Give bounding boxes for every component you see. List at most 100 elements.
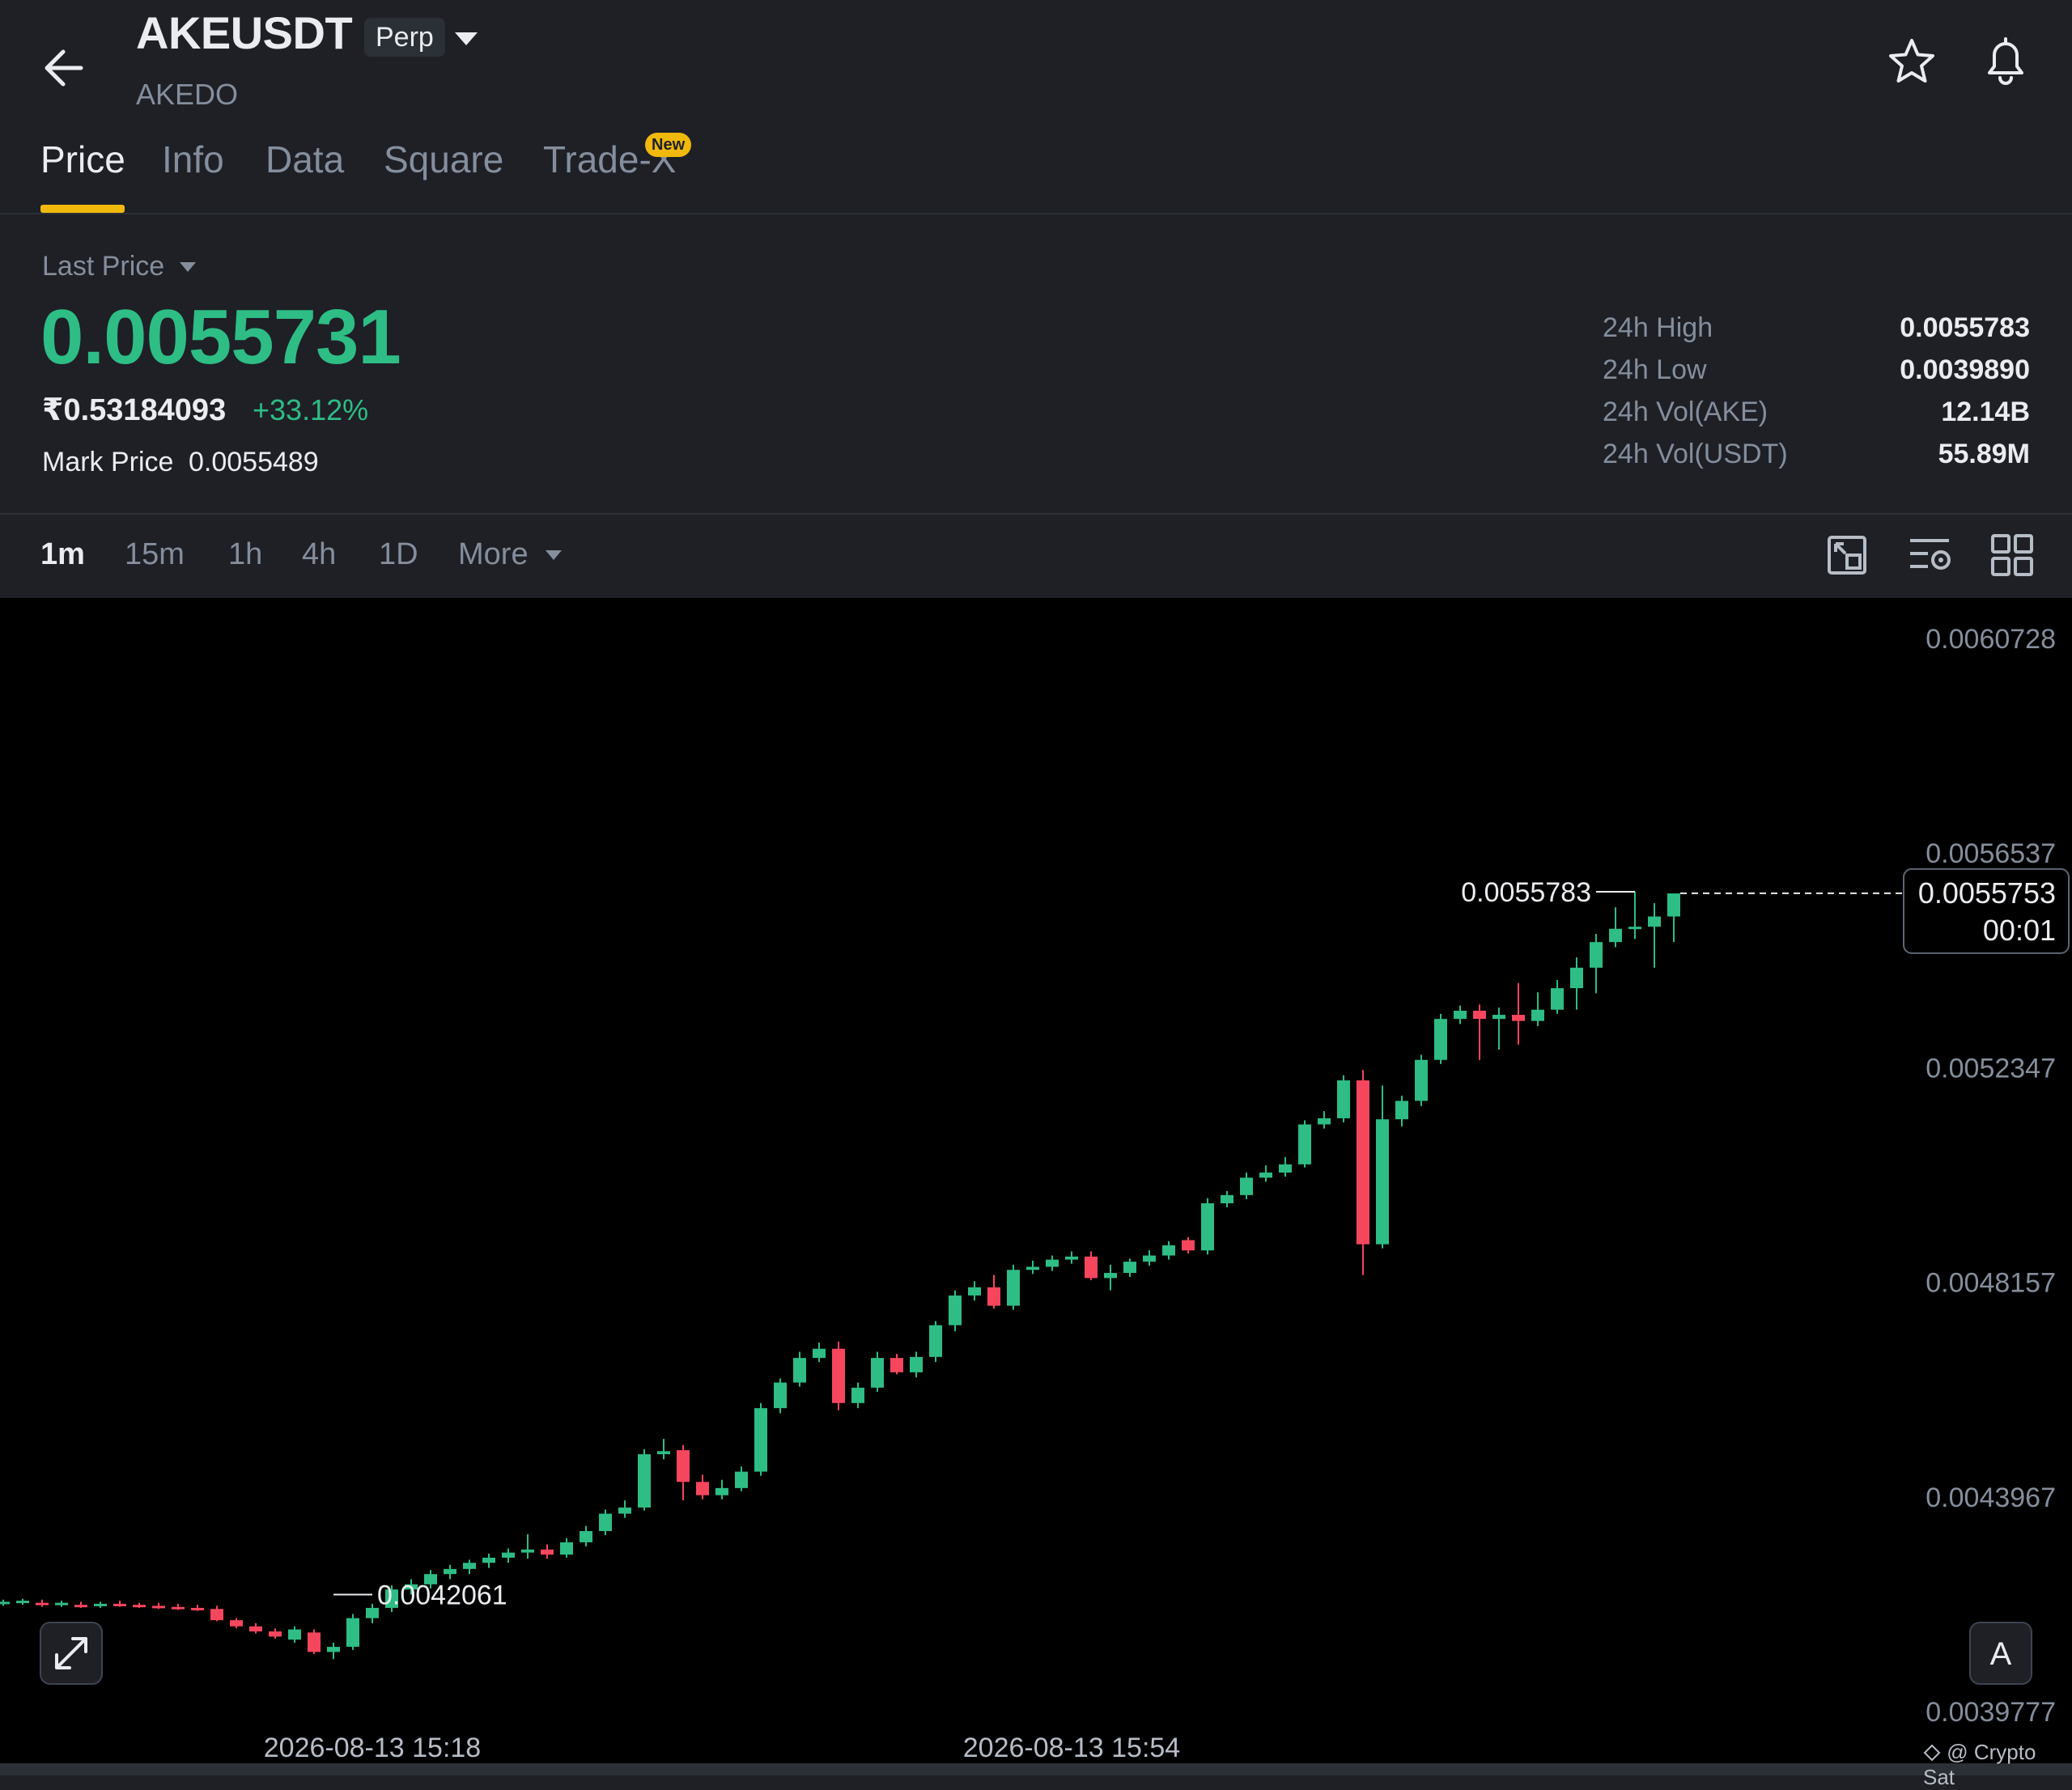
candle-body <box>152 1605 165 1609</box>
candle-body <box>502 1552 515 1558</box>
candle-body <box>482 1557 495 1563</box>
last-price-label[interactable]: Last Price <box>42 251 164 282</box>
auto-scale-label: A <box>1990 1636 2012 1672</box>
x-tick-label: 2026-08-13 15:18 <box>264 1733 481 1763</box>
diamond-logo-icon <box>1923 1744 1941 1762</box>
interval-1h[interactable]: 1h <box>228 537 262 572</box>
indicator-settings-button[interactable] <box>1905 531 1954 579</box>
caret-down-icon <box>546 550 562 560</box>
candle-body <box>657 1451 670 1455</box>
tab-info[interactable]: Info <box>162 138 224 181</box>
fullscreen-chart-button[interactable] <box>1823 531 1871 579</box>
candle-body <box>1085 1256 1098 1279</box>
price-type-dropdown[interactable] <box>178 259 197 275</box>
symbol-title[interactable]: AKEUSDT <box>136 6 353 59</box>
candle-body <box>1182 1240 1195 1251</box>
candle-body <box>191 1607 204 1610</box>
chevron-down-icon <box>455 32 478 45</box>
favorite-button[interactable] <box>1886 36 1938 87</box>
candle-body <box>269 1631 282 1637</box>
candle-body <box>1143 1255 1156 1262</box>
candle-body <box>910 1356 923 1372</box>
candle-body <box>1512 1015 1525 1021</box>
back-arrow-icon <box>45 49 83 87</box>
back-button[interactable] <box>32 32 102 102</box>
current-price-label: 0.0055753 <box>1918 876 2056 910</box>
candle-body <box>715 1487 728 1495</box>
candle-body <box>463 1563 476 1569</box>
last-price-value: 0.0055731 <box>40 294 401 380</box>
y-tick-label: 0.0052347 <box>1926 1053 2056 1084</box>
stat-value: 0.0039890 <box>1900 354 2030 385</box>
candle-body <box>560 1542 573 1555</box>
active-tab-indicator <box>40 205 125 213</box>
candle-body <box>327 1647 340 1652</box>
bell-icon <box>1988 37 2023 85</box>
candle-body <box>987 1287 1000 1306</box>
candle-body <box>968 1287 981 1296</box>
fiat-price: ₹0.53184093 <box>42 393 227 427</box>
candle-body <box>308 1632 321 1652</box>
candle-body <box>1395 1101 1408 1120</box>
candle-body <box>1609 928 1622 943</box>
stat-value: 12.14B <box>1941 397 2030 427</box>
candle-body <box>1473 1010 1486 1020</box>
y-tick-label: 0.0056537 <box>1926 838 2056 869</box>
candle-body <box>580 1531 592 1542</box>
candle-body <box>1026 1266 1039 1270</box>
candle-body <box>1298 1124 1311 1164</box>
candle-body <box>1492 1015 1505 1020</box>
caret-down-icon <box>180 262 196 272</box>
star-icon <box>1889 39 1934 83</box>
divider <box>0 513 2072 515</box>
candle-body <box>890 1358 903 1372</box>
candle-body <box>1454 1010 1467 1020</box>
x-tick-label: 2026-08-13 15:54 <box>963 1733 1180 1763</box>
candle-body <box>1415 1059 1428 1101</box>
candle-body <box>521 1549 534 1553</box>
grid-icon <box>1991 534 2033 576</box>
candle-body <box>1007 1270 1020 1306</box>
candle-body <box>929 1325 942 1357</box>
candle-body <box>74 1605 87 1608</box>
candle-body <box>113 1603 126 1606</box>
tab-price[interactable]: Price <box>40 138 125 181</box>
tab-square[interactable]: Square <box>384 138 503 181</box>
tab-data[interactable]: Data <box>265 138 344 181</box>
symbol-dropdown[interactable] <box>450 23 482 55</box>
contract-type-badge: Perp <box>364 18 445 57</box>
candle-body <box>1259 1172 1272 1178</box>
candle-body <box>1318 1118 1331 1125</box>
interval-1m[interactable]: 1m <box>40 537 85 572</box>
indicator-settings-icon <box>1910 539 1951 570</box>
candle-body <box>0 1601 10 1605</box>
candle-body <box>1570 967 1583 989</box>
candle-body <box>346 1618 359 1648</box>
alert-button[interactable] <box>1978 32 2033 89</box>
grid-layout-button[interactable] <box>1988 531 2036 579</box>
high-marker-label: 0.0055783 <box>1461 877 1591 908</box>
candle-body <box>677 1450 690 1482</box>
interval-more[interactable]: More <box>458 537 529 572</box>
candle-body <box>696 1482 709 1495</box>
candle-body <box>1279 1164 1292 1173</box>
candle-body <box>210 1609 223 1621</box>
base-asset-name: AKEDO <box>136 78 239 111</box>
stat-value: 0.0055783 <box>1900 312 2030 343</box>
candle-body <box>1376 1119 1389 1245</box>
candle-body <box>1667 893 1680 917</box>
interval-1d[interactable]: 1D <box>379 537 418 572</box>
interval-4h[interactable]: 4h <box>302 537 336 572</box>
chart-layout-icon <box>1828 536 1866 575</box>
interval-15m[interactable]: 15m <box>125 537 185 572</box>
y-tick-label: 0.0048157 <box>1926 1268 2056 1299</box>
y-tick-label: 0.0060728 <box>1926 624 2056 655</box>
candle-body <box>172 1606 185 1610</box>
price-chart[interactable]: 0.0060728 0.0056537 0.0052347 0.0048157 0.00… <box>0 598 2072 1763</box>
expand-chart-button[interactable] <box>40 1622 103 1685</box>
more-dropdown[interactable] <box>544 547 563 563</box>
candle-body <box>230 1620 243 1627</box>
auto-scale-button[interactable]: A <box>1969 1622 2032 1685</box>
bottom-bar <box>0 1763 2072 1775</box>
candle-body <box>599 1513 612 1532</box>
